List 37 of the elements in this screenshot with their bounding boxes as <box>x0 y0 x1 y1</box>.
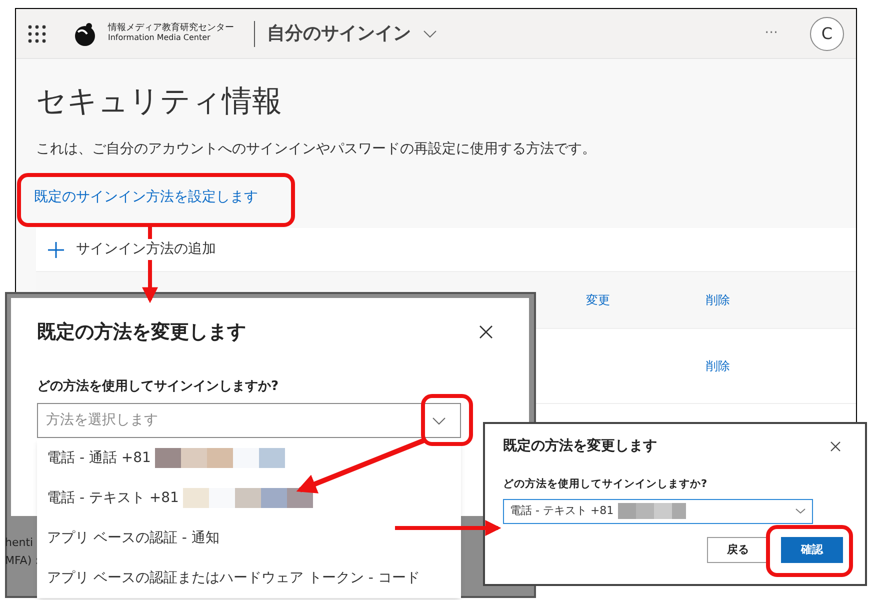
dropdown-option[interactable]: 電話 - テキスト +81 <box>47 488 451 508</box>
add-method-button[interactable]: サインイン方法の追加 <box>76 239 216 260</box>
plus-icon[interactable] <box>48 242 64 258</box>
dropdown-option[interactable]: アプリ ベースの認証またはハードウェア トークン - コード <box>47 568 451 588</box>
select-placeholder: 方法を選択します <box>46 411 159 430</box>
method-select[interactable]: 方法を選択します <box>37 403 461 438</box>
dropdown-option[interactable]: 電話 - 通話 +81 <box>47 448 451 468</box>
chevron-down-icon[interactable] <box>432 416 446 424</box>
highlight-frame <box>421 394 473 446</box>
more-button[interactable]: ··· <box>764 23 778 44</box>
change-link[interactable]: 変更 <box>586 291 610 309</box>
default-method-link[interactable]: 既定のサインイン方法を設定します <box>34 189 258 205</box>
question-label: どの方法を使用してサインインしますか? <box>37 378 280 396</box>
avatar[interactable]: C <box>810 16 844 50</box>
background-text: henti <box>5 535 34 551</box>
logo-text: 情報メディア教育研究センター <box>108 24 234 34</box>
question-label: どの方法を使用してサインインしますか? <box>503 477 708 492</box>
close-icon[interactable] <box>830 441 841 452</box>
logo-icon <box>74 22 96 46</box>
chevron-down-icon[interactable] <box>423 30 437 38</box>
method-select[interactable]: 電話 - テキスト +81 <box>503 498 813 524</box>
page-description: これは、ご自分のアカウントへのサインインやパスワードの再設定に使用する方法です。 <box>36 140 597 159</box>
logo-text: Information Media Center <box>108 34 212 43</box>
back-button[interactable]: 戻る <box>707 536 769 563</box>
delete-link[interactable]: 削除 <box>706 357 730 375</box>
chevron-down-icon[interactable] <box>795 508 806 514</box>
close-icon[interactable] <box>479 325 493 340</box>
delete-link[interactable]: 削除 <box>706 291 730 309</box>
app-launcher-icon[interactable] <box>28 24 46 42</box>
app-title: 自分のサインイン <box>267 22 411 46</box>
dialog-title: 既定の方法を変更します <box>37 320 246 345</box>
dialog-title: 既定の方法を変更します <box>503 436 657 456</box>
select-value: 電話 - テキスト +81 <box>510 503 614 519</box>
redacted-block <box>618 503 686 520</box>
dropdown-option[interactable]: アプリ ベースの認証 - 通知 <box>47 528 451 548</box>
confirm-button[interactable]: 確認 <box>781 536 843 563</box>
page-title: セキュリティ情報 <box>36 87 283 117</box>
